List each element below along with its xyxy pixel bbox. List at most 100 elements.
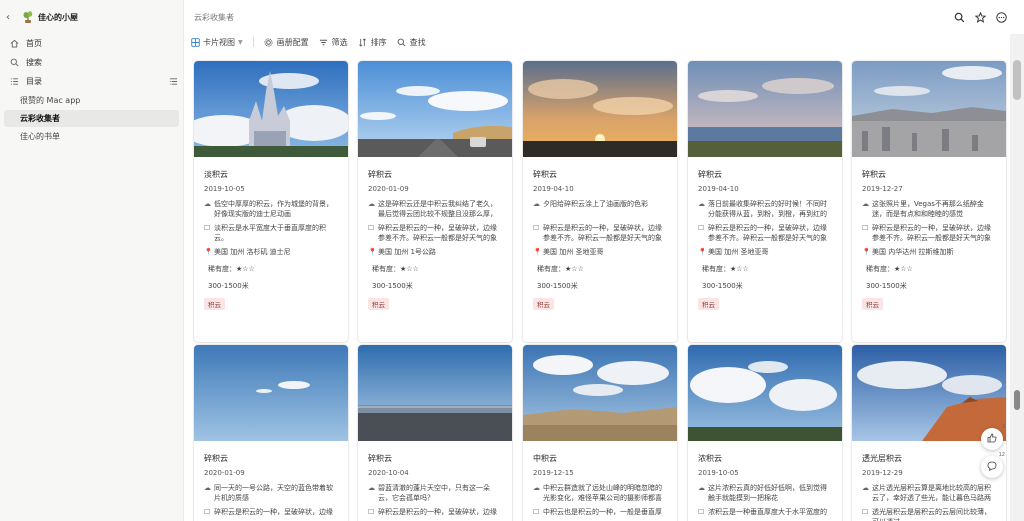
card-description: 这片浓积云真的好低好低啊，低到觉得触手就能摸到一把棉花 — [708, 484, 827, 502]
view-switcher-label: 卡片视图 — [203, 37, 235, 47]
gallery: 淡积云 2019-10-05 ☁ 低空中厚厚的积云，作为城堡的背景，好像现实版的迪… — [184, 50, 1010, 521]
card-description: 低空中厚厚的积云，作为城堡的背景，好像现实版的迪士尼动画 — [214, 200, 333, 218]
gallery-card[interactable]: 碎积云 2020-01-09 ☁ 这是碎积云还是中积云我纠结了老久，最后觉得云团比… — [358, 61, 512, 342]
cloud-icon: ☁ — [862, 484, 869, 492]
checkbox-icon: ☐ — [204, 508, 211, 516]
gallery-card[interactable]: 碎积云 2020-10-04 ☁ 碧蓝清澈的蓬片天空中，只有这一朵云，它会孤单吗？… — [358, 345, 512, 521]
gallery-card[interactable]: 中积云 2019-12-15 ☁ 中积云群造就了远处山峰的明暗忽暗的光影变化，难怪… — [523, 345, 677, 521]
card-date: 2020-01-09 — [204, 469, 245, 477]
card-date: 2019-12-15 — [533, 469, 574, 477]
sidebar-item-toc[interactable]: 目录 — [4, 72, 179, 91]
rarity-stars: ★☆☆ — [236, 265, 255, 273]
card-location: 美国 加州 圣地亚哥 — [708, 248, 769, 256]
scrollbar-thumb[interactable] — [1013, 60, 1021, 100]
rarity-stars: ★☆☆ — [565, 265, 584, 273]
card-date: 2019-12-29 — [862, 469, 903, 477]
list-icon — [8, 76, 20, 88]
card-tag: 积云 — [698, 298, 719, 310]
card-date: 2019-10-05 — [698, 469, 739, 477]
pin-icon: 📍 — [533, 248, 542, 256]
gallery-card[interactable]: 碎积云 2019-12-27 ☁ 这张照片里，Vegas不再那么纸醉金迷，而是有点… — [852, 61, 1006, 342]
star-icon[interactable] — [971, 8, 989, 26]
sort-button[interactable]: 排序 — [358, 37, 387, 48]
card-description: 同一天的一号公路，天空的蓝色带着软片机的质感 — [214, 484, 333, 502]
card-description: 落日前最收集碎积云的好时候！不同时分能获得从蓝，到粉，到橙，再到红的背… — [708, 200, 827, 218]
gallery-card[interactable]: 碎积云 2020-01-09 ☁ 同一天的一号公路，天空的蓝色带着软片机的质感 ☐… — [194, 345, 348, 521]
sidebar: ‹ 佳心的小屋 首页 搜索 目录 很赞的 Mac app 云彩收集者 佳心的书单 — [0, 0, 184, 521]
gallery-icon — [190, 37, 200, 47]
sidebar-item-label: 目录 — [26, 77, 42, 86]
card-date: 2019-12-27 — [862, 185, 903, 193]
comment-count: 12 — [998, 452, 1005, 458]
rarity-label: 稀有度： — [537, 265, 565, 273]
sidebar-page-cloud-collector[interactable]: 云彩收集者 — [4, 110, 179, 127]
cloud-icon: ☁ — [533, 484, 540, 492]
rarity-label: 稀有度： — [702, 265, 730, 273]
like-count: 3 — [1001, 424, 1005, 430]
chevron-down-icon: ▼ — [238, 38, 243, 46]
gallery-card[interactable]: 浓积云 2019-10-05 ☁ 这片浓积云真的好低好低啊，低到觉得触手就能摸到一… — [688, 345, 842, 521]
cloud-icon: ☁ — [368, 484, 375, 492]
sidebar-item-home[interactable]: 首页 — [4, 34, 179, 53]
sidebar-page-booklist[interactable]: 佳心的书单 — [4, 128, 179, 145]
toolbar-divider — [252, 37, 254, 47]
card-height: 300-1500米 — [372, 282, 413, 290]
card-title: 碎积云 — [698, 170, 722, 179]
card-title: 碎积云 — [368, 454, 392, 463]
sidebar-page-label: 云彩收集者 — [20, 114, 60, 123]
card-description: 中积云群造就了远处山峰的明暗忽暗的光影变化，难怪苹果公司的摄影师都喜欢… — [543, 484, 662, 502]
sidebar-page-mac-apps[interactable]: 很赞的 Mac app — [4, 92, 179, 109]
checkbox-icon: ☐ — [204, 224, 211, 232]
card-description: 这张照片里，Vegas不再那么纸醉金迷，而是有点和和睦睦的感觉 — [872, 200, 984, 218]
card-cover-image — [358, 345, 512, 441]
gallery-card[interactable]: 淡积云 2019-10-05 ☁ 低空中厚厚的积云，作为城堡的背景，好像现实版的迪… — [194, 61, 348, 342]
card-height: 300-1500米 — [208, 282, 249, 290]
card-feature: 透光层积云是层积云的云层间比较薄，可以透过 — [872, 508, 991, 521]
workspace-header[interactable]: ‹ 佳心的小屋 — [0, 0, 183, 34]
more-icon[interactable] — [992, 8, 1010, 26]
outline-icon[interactable] — [167, 77, 179, 86]
sidebar-page-label: 很赞的 Mac app — [20, 96, 81, 105]
comment-icon — [987, 461, 997, 473]
checkbox-icon: ☐ — [533, 224, 540, 232]
checkbox-icon: ☐ — [533, 508, 540, 516]
card-location: 美国 加州 圣地亚哥 — [543, 248, 604, 256]
gallery-card[interactable]: 碎积云 2019-04-10 ☁ 落日前最收集碎积云的好时候！不同时分能获得从蓝，… — [688, 61, 842, 342]
card-title: 中积云 — [533, 454, 557, 463]
pin-icon: 📍 — [204, 248, 213, 256]
rarity-label: 稀有度： — [372, 265, 400, 273]
plant-icon — [22, 11, 34, 23]
find-button[interactable]: 查找 — [397, 37, 426, 48]
rarity-stars: ★☆☆ — [894, 265, 913, 273]
chevron-left-icon[interactable]: ‹ — [6, 12, 18, 23]
card-location: 美国 加州 洛杉矶 迪士尼 — [214, 248, 291, 256]
checkbox-icon: ☐ — [862, 508, 869, 516]
card-title: 浓积云 — [698, 454, 722, 463]
gallery-card[interactable]: 碎积云 2019-04-10 ☁ 夕阳给碎积云涂上了油画版的色彩 ☐ 碎积云是积云的… — [523, 61, 677, 342]
search-icon[interactable] — [950, 8, 968, 26]
gallery-settings-label: 画册配置 — [276, 37, 309, 47]
view-switcher[interactable]: 卡片视图 ▼ — [190, 37, 243, 48]
cloud-icon: ☁ — [368, 200, 375, 208]
page-title: 云彩收集者 — [194, 12, 234, 22]
cloud-icon: ☁ — [204, 200, 211, 208]
gear-icon — [264, 37, 274, 47]
checkbox-icon: ☐ — [368, 508, 375, 516]
card-cover-image — [688, 61, 842, 157]
card-description: 这片透光层积云算是离地比较高的层积云了，幸好透了些光，能让暮色马路两侧… — [872, 484, 991, 502]
card-cover-image — [688, 345, 842, 441]
card-feature: 碎积云是积云的一种，呈破碎状，边缘参差不齐。碎积云一般都是好天气的象征… — [872, 224, 991, 242]
rarity-stars: ★☆☆ — [400, 265, 419, 273]
card-title: 碎积云 — [533, 170, 557, 179]
gallery-settings-button[interactable]: 画册配置 — [264, 37, 309, 48]
filter-button[interactable]: 筛选 — [319, 37, 348, 48]
like-button[interactable]: 3 — [981, 424, 1005, 450]
sort-label: 排序 — [370, 37, 387, 47]
rarity-label: 稀有度： — [208, 265, 236, 273]
comment-button[interactable]: 12 — [981, 452, 1005, 478]
thumbs-up-icon — [987, 433, 997, 445]
sidebar-item-search[interactable]: 搜索 — [4, 53, 179, 72]
scrollbar[interactable] — [1010, 34, 1024, 521]
card-tag: 积云 — [204, 298, 225, 310]
checkbox-icon: ☐ — [368, 224, 375, 232]
